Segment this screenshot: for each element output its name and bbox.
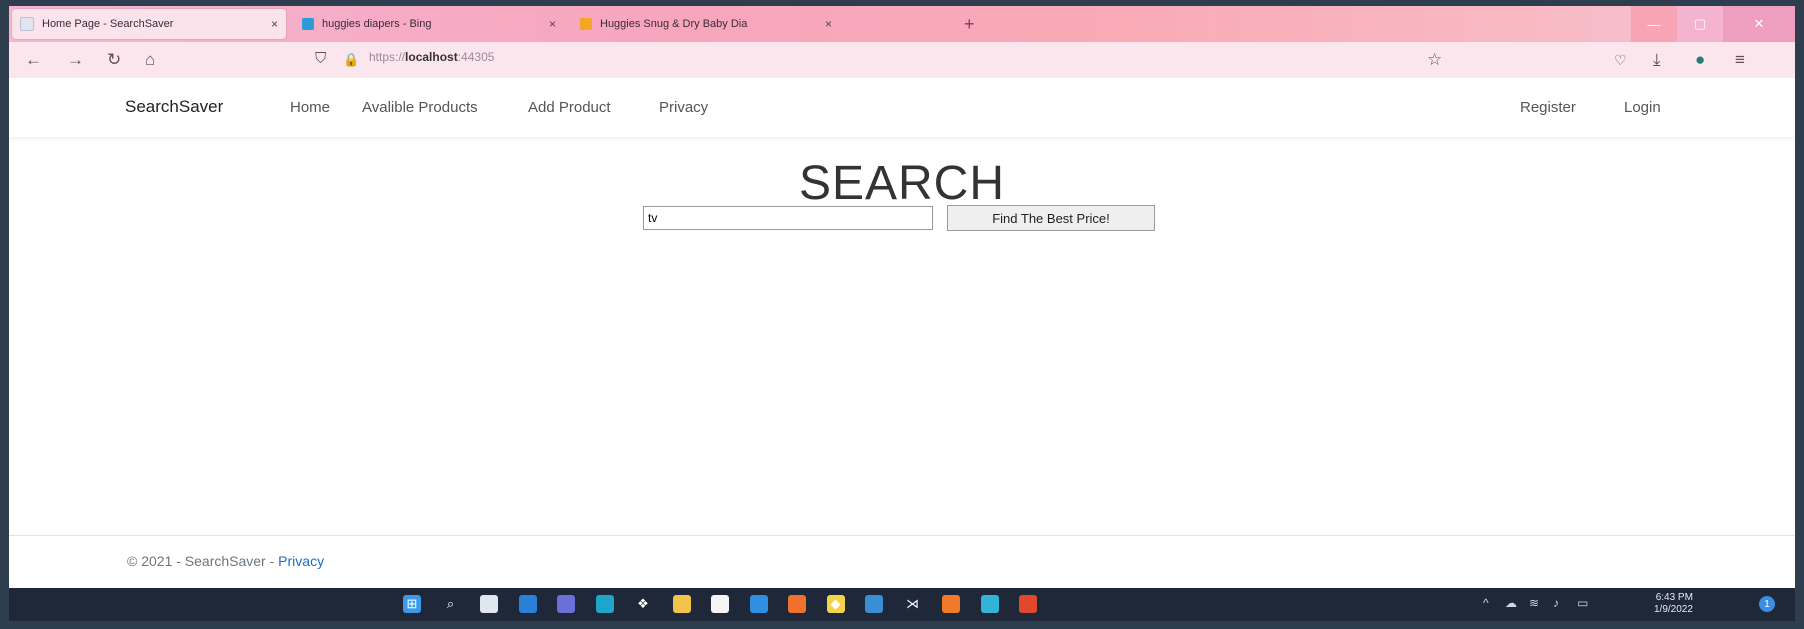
reload-icon[interactable]: ↻ <box>107 50 121 70</box>
nav-register[interactable]: Register <box>1520 99 1576 116</box>
visual-studio-icon[interactable]: ⋊ <box>904 595 922 613</box>
clock-date: 1/9/2022 <box>1654 604 1693 615</box>
edge-icon[interactable] <box>595 595 614 613</box>
tab-bing[interactable]: huggies diapers - Bing × <box>294 9 564 39</box>
dropbox-icon[interactable]: ❖ <box>634 595 652 613</box>
nav-login[interactable]: Login <box>1624 99 1661 116</box>
back-arrow-icon[interactable]: ← <box>25 50 42 70</box>
menu-icon[interactable]: ≡ <box>1735 50 1745 70</box>
nav-privacy[interactable]: Privacy <box>659 99 708 116</box>
start-icon[interactable]: ⊞ <box>403 595 421 613</box>
tab-title: Home Page - SearchSaver <box>42 18 174 30</box>
close-tab-icon[interactable]: × <box>825 17 832 31</box>
tab-huggies[interactable]: Huggies Snug & Dry Baby Dia × <box>572 9 840 39</box>
maximize-button[interactable]: ▢ <box>1677 6 1723 42</box>
footer-divider <box>9 535 1795 536</box>
git-app-icon[interactable]: ◆ <box>826 595 845 613</box>
site-navbar: SearchSaver Home Avalible Products Add P… <box>9 78 1795 137</box>
app-teal-icon[interactable] <box>980 595 999 613</box>
pocket-icon[interactable]: ♡ <box>1614 52 1627 69</box>
nav-add-product[interactable]: Add Product <box>528 99 611 116</box>
store-icon[interactable] <box>711 595 729 613</box>
file-explorer-icon[interactable] <box>672 595 691 613</box>
find-best-price-button[interactable]: Find The Best Price! <box>947 205 1155 231</box>
search-heading: SEARCH <box>798 157 1006 210</box>
url-port: :44305 <box>457 50 495 64</box>
brand-link[interactable]: SearchSaver <box>125 97 223 117</box>
footer: © 2021 - SearchSaver - Privacy <box>127 553 324 569</box>
search-icon[interactable]: ⌕ <box>442 595 460 613</box>
taskbar: ^ ☁ ≋ ♪ ▭ 6:43 PM 1/9/2022 1 ⊞ ⌕ ❖ ◆ ⋊ <box>9 588 1795 621</box>
url-scheme: https:// <box>369 50 406 64</box>
minimize-button[interactable]: — <box>1631 6 1677 42</box>
teams-chat-icon[interactable] <box>557 595 575 613</box>
battery-icon[interactable]: ▭ <box>1577 596 1588 610</box>
bing-favicon-icon <box>302 18 314 30</box>
home-icon[interactable]: ⌂ <box>145 50 155 70</box>
clock-time: 6:43 PM <box>1655 592 1693 603</box>
remote-app-icon[interactable] <box>865 595 883 613</box>
browser-toolbar: ← → ↻ ⌂ ⛉ 🔒 https://localhost:44305 ☆ ♡ … <box>9 42 1795 79</box>
lock-icon[interactable]: 🔒 <box>343 52 359 68</box>
widgets-icon[interactable] <box>518 595 537 613</box>
new-tab-button[interactable]: + <box>964 14 975 35</box>
shield-icon[interactable]: ⛉ <box>315 50 326 67</box>
footer-copyright: © 2021 - SearchSaver - <box>127 553 279 569</box>
search-input[interactable] <box>643 206 933 230</box>
powerpoint-icon[interactable] <box>1019 595 1037 613</box>
close-window-button[interactable]: ✕ <box>1723 6 1795 42</box>
close-tab-icon[interactable]: × <box>549 17 556 31</box>
app-orange-icon[interactable] <box>942 595 960 613</box>
forward-arrow-icon[interactable]: → <box>67 50 84 70</box>
account-icon[interactable]: ● <box>1695 50 1705 70</box>
notification-badge[interactable]: 1 <box>1759 596 1775 612</box>
footer-privacy-link[interactable]: Privacy <box>278 553 324 569</box>
download-icon[interactable]: ⤓ <box>1653 50 1661 70</box>
tray-overflow-icon[interactable]: ^ <box>1483 596 1489 610</box>
site-favicon-icon <box>580 18 592 30</box>
firefox-icon[interactable] <box>788 595 806 613</box>
close-tab-icon[interactable]: × <box>271 17 278 31</box>
tab-bar: Home Page - SearchSaver × huggies diaper… <box>9 6 1795 42</box>
nav-home[interactable]: Home <box>290 99 330 116</box>
nav-avalible-products[interactable]: Avalible Products <box>362 99 478 116</box>
url-host: localhost <box>405 50 458 64</box>
tab-title: Huggies Snug & Dry Baby Dia <box>600 18 748 30</box>
clock[interactable]: 6:43 PM 1/9/2022 <box>1654 592 1693 616</box>
mail-icon[interactable] <box>749 595 768 613</box>
browser-window: Home Page - SearchSaver × huggies diaper… <box>9 6 1795 621</box>
address-bar[interactable]: https://localhost:44305 <box>369 50 494 64</box>
tab-home-page[interactable]: Home Page - SearchSaver × <box>12 9 286 39</box>
task-view-icon[interactable] <box>480 595 498 613</box>
volume-icon[interactable]: ♪ <box>1553 596 1559 610</box>
bookmark-star-icon[interactable]: ☆ <box>1427 50 1442 70</box>
tab-title: huggies diapers - Bing <box>322 18 432 30</box>
cloud-icon[interactable]: ☁ <box>1505 596 1517 610</box>
wifi-icon[interactable]: ≋ <box>1529 596 1539 610</box>
page-favicon-icon <box>20 17 34 31</box>
